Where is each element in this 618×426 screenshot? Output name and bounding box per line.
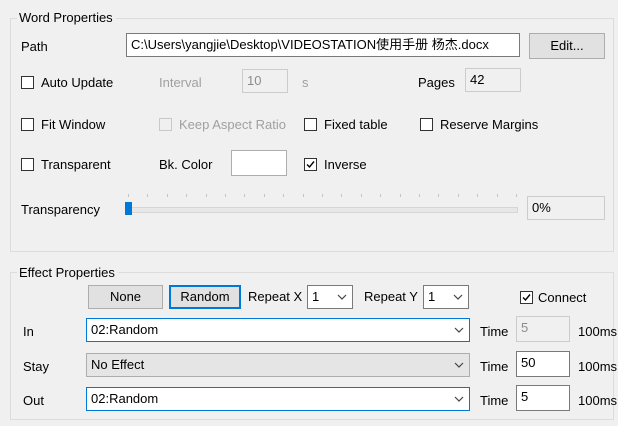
connect-label: Connect (538, 290, 587, 305)
slider-tick (244, 194, 246, 197)
in-time-label: Time (480, 324, 509, 339)
effect-properties-title: Effect Properties (17, 265, 118, 280)
stay-time-unit: 100ms (578, 359, 618, 374)
transparency-label: Transparency (21, 202, 100, 217)
slider-tick (516, 194, 517, 197)
transparency-slider[interactable] (122, 190, 518, 220)
slider-tick (457, 194, 459, 197)
chevron-down-icon (337, 294, 347, 300)
slider-tick (360, 194, 362, 197)
out-time-field[interactable]: 5 (516, 385, 570, 411)
fixed-table-checkbox[interactable] (304, 118, 317, 131)
pages-field: 42 (465, 68, 521, 92)
checkmark-icon (522, 294, 531, 302)
slider-tick (496, 194, 498, 197)
stay-effect-value: No Effect (91, 357, 145, 372)
word-properties-title: Word Properties (17, 10, 116, 25)
slider-track (128, 207, 518, 213)
slider-tick (477, 194, 479, 197)
slider-tick (341, 194, 343, 197)
slider-tick (380, 194, 382, 197)
path-field[interactable]: C:\Users\yangjie\Desktop\VIDEOSTATION使用手… (126, 33, 520, 57)
transparent-checkbox[interactable] (21, 158, 34, 171)
slider-tick (438, 194, 440, 197)
fit-window-checkbox[interactable] (21, 118, 34, 131)
random-button[interactable]: Random (169, 285, 241, 309)
out-time-label: Time (480, 393, 509, 408)
in-label: In (23, 324, 34, 339)
stay-time-field[interactable]: 50 (516, 351, 570, 377)
bk-color-label: Bk. Color (159, 157, 213, 172)
path-label: Path (21, 39, 48, 54)
keep-aspect-checkbox[interactable] (159, 118, 172, 131)
interval-unit: s (302, 75, 309, 90)
transparency-value: 0% (527, 196, 605, 220)
chevron-down-icon (454, 362, 464, 368)
repeat-x-label: Repeat X (248, 289, 303, 304)
repeat-x-select[interactable]: 1 (307, 285, 353, 309)
in-time-field[interactable]: 5 (516, 316, 570, 342)
slider-tick (322, 194, 323, 197)
reserve-margins-label: Reserve Margins (440, 117, 539, 132)
slider-tick (147, 194, 149, 197)
slider-tick (419, 194, 420, 197)
out-label: Out (23, 393, 44, 408)
repeat-y-value: 1 (428, 289, 436, 304)
slider-tick (225, 194, 226, 197)
edit-button[interactable]: Edit... (529, 33, 605, 59)
slider-tick (186, 194, 188, 197)
inverse-checkbox[interactable] (304, 158, 317, 171)
stay-time-label: Time (480, 359, 509, 374)
slider-tick (302, 194, 304, 197)
fit-window-label: Fit Window (41, 117, 106, 132)
repeat-y-label: Repeat Y (364, 289, 418, 304)
repeat-y-select[interactable]: 1 (423, 285, 469, 309)
slider-tick (205, 194, 207, 197)
reserve-margins-checkbox[interactable] (420, 118, 433, 131)
bk-color-swatch[interactable] (231, 150, 287, 176)
checkmark-icon (306, 161, 315, 169)
fixed-table-label: Fixed table (324, 117, 388, 132)
connect-checkbox[interactable] (520, 291, 533, 304)
in-effect-select[interactable]: 02:Random (86, 318, 470, 342)
interval-field[interactable]: 10 (242, 69, 288, 93)
chevron-down-icon (454, 396, 464, 402)
inverse-label: Inverse (324, 157, 367, 172)
in-effect-value: 02:Random (91, 322, 159, 337)
chevron-down-icon (453, 294, 463, 300)
slider-tick (283, 194, 285, 197)
slider-tick (166, 194, 168, 197)
repeat-x-value: 1 (312, 289, 320, 304)
out-effect-value: 02:Random (91, 391, 159, 406)
transparent-label: Transparent (41, 157, 111, 172)
chevron-down-icon (454, 327, 464, 333)
out-effect-select[interactable]: 02:Random (86, 387, 470, 411)
keep-aspect-label: Keep Aspect Ratio (179, 117, 286, 132)
stay-effect-select[interactable]: No Effect (86, 353, 470, 377)
in-time-unit: 100ms (578, 324, 618, 339)
slider-thumb[interactable] (125, 202, 132, 215)
stay-label: Stay (23, 359, 50, 374)
slider-tick (128, 194, 129, 197)
pages-label: Pages (418, 75, 455, 90)
auto-update-label: Auto Update (41, 75, 114, 90)
interval-label: Interval (159, 75, 202, 90)
slider-tick (399, 194, 401, 197)
auto-update-checkbox[interactable] (21, 76, 34, 89)
out-time-unit: 100ms (578, 393, 618, 408)
slider-tick (263, 194, 265, 197)
none-button[interactable]: None (88, 285, 163, 309)
